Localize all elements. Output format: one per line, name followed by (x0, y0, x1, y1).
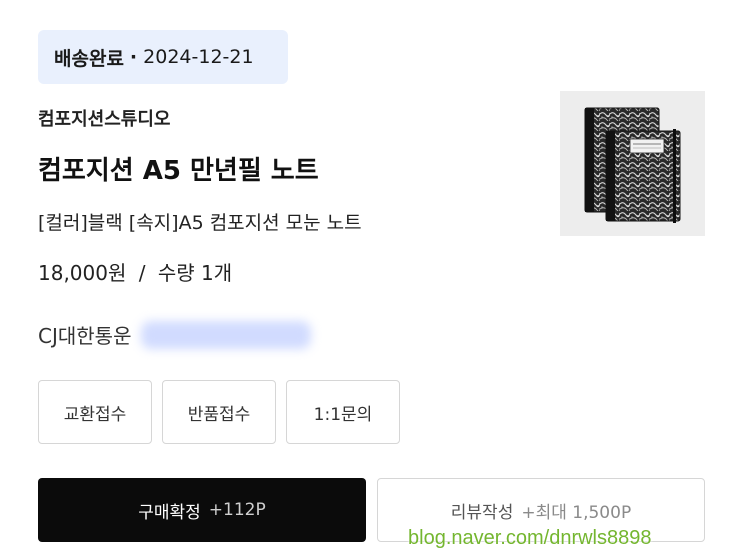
price-separator: / (138, 261, 146, 285)
tracking-number-link[interactable] (141, 320, 312, 349)
write-review-points: +최대 1,500P (521, 502, 632, 523)
confirm-purchase-points: +112P (208, 500, 266, 520)
inquiry-button[interactable]: 1:1문의 (286, 380, 400, 444)
quantity: 수량 1개 (157, 261, 233, 285)
confirm-purchase-button[interactable]: 구매확정 +112P (38, 478, 366, 542)
carrier-name: CJ대한통운 (38, 324, 132, 348)
product-option: [컬러]블랙 [속지]A5 컴포지션 모눈 노트 (38, 212, 362, 234)
product-title[interactable]: 컴포지션 A5 만년필 노트 (38, 150, 319, 187)
exchange-request-button[interactable]: 교환접수 (38, 380, 152, 444)
composition-notebook-icon (584, 107, 681, 223)
write-review-label: 리뷰작성 (450, 502, 514, 523)
price-quantity: 18,000원 / 수량 1개 (38, 257, 232, 286)
blog-watermark: blog.naver.com/dnrwls8898 (408, 527, 652, 549)
status-separator: · (129, 46, 138, 68)
seller-name[interactable]: 컴포지션스튜디오 (38, 105, 170, 131)
price: 18,000원 (38, 261, 127, 285)
delivery-status-badge: 배송완료 · 2024-12-21 (38, 30, 288, 84)
return-request-button[interactable]: 반품접수 (162, 380, 276, 444)
delivery-date: 2024-12-21 (143, 46, 254, 68)
product-thumbnail[interactable] (560, 91, 705, 236)
shipping-info: CJ대한통운 (38, 320, 312, 349)
status-label: 배송완료 (54, 47, 124, 70)
order-item-card: 배송완료 · 2024-12-21 컴포지션스튜디오 컴포지션 A5 만년필 노… (0, 0, 743, 560)
confirm-purchase-label: 구매확정 (138, 502, 201, 523)
